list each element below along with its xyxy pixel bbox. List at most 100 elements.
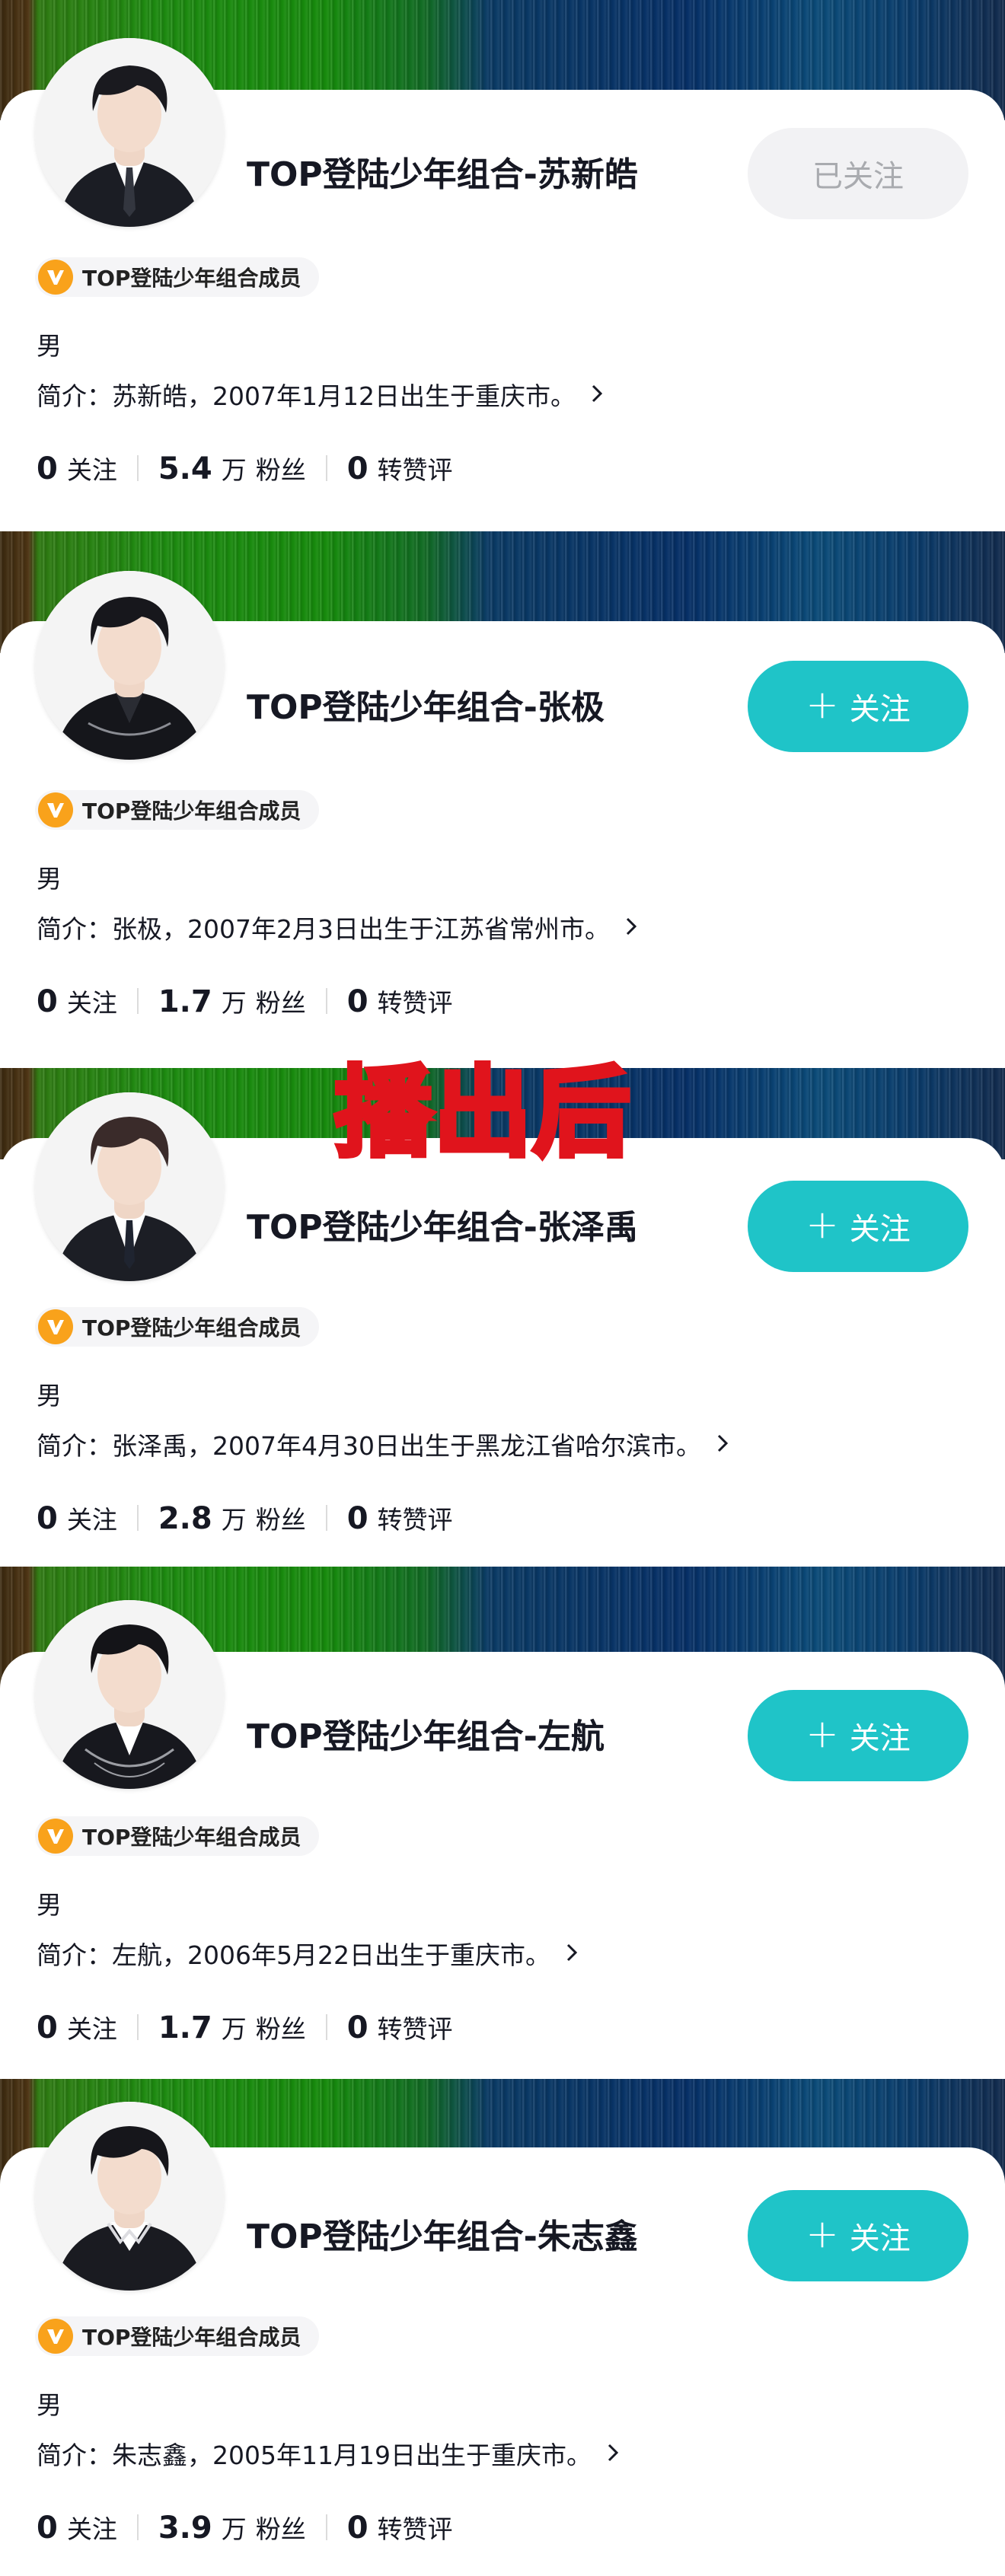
- bio[interactable]: 简介：苏新皓，2007年1月12日出生于重庆市。: [37, 376, 603, 413]
- following-button[interactable]: 已关注: [748, 128, 968, 219]
- bio[interactable]: 简介：张泽禹，2007年4月30日出生于黑龙江省哈尔滨市。: [37, 1426, 729, 1462]
- followers-count: 1.7: [158, 984, 212, 1019]
- v-verified-icon: [38, 2319, 73, 2354]
- v-verified-icon: [38, 792, 73, 827]
- plus-icon: +: [806, 682, 839, 728]
- profile-name: TOP登陆少年组合-张泽禹: [247, 1208, 638, 1247]
- gender: 男: [37, 1890, 62, 1920]
- avatar[interactable]: [35, 571, 224, 760]
- following-stat[interactable]: 0 关注: [37, 983, 117, 1019]
- following-count: 0: [37, 2511, 58, 2546]
- likes-count: 0: [346, 984, 368, 1019]
- following-stat[interactable]: 0 关注: [37, 450, 117, 486]
- followers-unit: 万: [221, 2014, 247, 2044]
- profile-name: TOP登陆少年组合-苏新皓: [247, 155, 638, 194]
- followers-count: 2.8: [158, 1501, 212, 1536]
- following-count: 0: [37, 2010, 58, 2045]
- followers-label: 粉丝: [255, 455, 306, 485]
- profile-card: TOP登陆少年组合-左航 + 关注 TOP登陆少年组合成员 男 简介：左航，20…: [0, 1567, 1005, 2079]
- profile-name: TOP登陆少年组合-张极: [247, 688, 605, 727]
- gender: 男: [37, 864, 62, 894]
- badge-label: TOP登陆少年组合成员: [82, 266, 302, 291]
- profile-name: TOP登陆少年组合-朱志鑫: [247, 2217, 638, 2256]
- divider: [325, 988, 327, 1014]
- likes-label: 转赞评: [377, 455, 453, 485]
- badge-label: TOP登陆少年组合成员: [82, 799, 302, 824]
- verified-badge[interactable]: TOP登陆少年组合成员: [35, 1816, 320, 1856]
- following-count: 0: [37, 984, 58, 1019]
- chevron-right-icon: [591, 380, 603, 410]
- button-label: 关注: [849, 692, 911, 727]
- divider: [325, 2014, 327, 2040]
- badge-label: TOP登陆少年组合成员: [82, 1315, 302, 1341]
- badge-label: TOP登陆少年组合成员: [82, 2325, 302, 2350]
- chevron-right-icon: [566, 1939, 578, 1969]
- followers-stat[interactable]: 1.7 万 粉丝: [158, 2009, 306, 2045]
- following-stat[interactable]: 0 关注: [37, 1500, 117, 1536]
- avatar[interactable]: [35, 2102, 224, 2291]
- stats-row: 0 关注 2.8 万 粉丝 0 转赞评: [37, 1497, 453, 1538]
- gender: 男: [37, 1381, 62, 1411]
- followers-label: 粉丝: [255, 2514, 306, 2544]
- follow-button[interactable]: + 关注: [748, 661, 968, 752]
- avatar[interactable]: [35, 1092, 224, 1281]
- bio[interactable]: 简介：左航，2006年5月22日出生于重庆市。: [37, 1935, 578, 1972]
- divider: [325, 2514, 327, 2540]
- likes-count: 0: [346, 2010, 368, 2045]
- followers-label: 粉丝: [255, 988, 306, 1018]
- likes-label: 转赞评: [377, 1505, 453, 1535]
- following-stat[interactable]: 0 关注: [37, 2509, 117, 2546]
- badge-label: TOP登陆少年组合成员: [82, 1825, 302, 1850]
- bio[interactable]: 简介：朱志鑫，2005年11月19日出生于重庆市。: [37, 2435, 619, 2472]
- likes-count: 0: [346, 451, 368, 486]
- followers-stat[interactable]: 3.9 万 粉丝: [158, 2509, 306, 2546]
- follow-button[interactable]: + 关注: [748, 1181, 968, 1272]
- following-stat[interactable]: 0 关注: [37, 2009, 117, 2045]
- profile-name: TOP登陆少年组合-左航: [247, 1717, 605, 1756]
- overlay-caption: 播出后: [332, 1054, 633, 1172]
- followers-stat[interactable]: 2.8 万 粉丝: [158, 1500, 306, 1536]
- verified-badge[interactable]: TOP登陆少年组合成员: [35, 257, 320, 297]
- likes-stat[interactable]: 0 转赞评: [347, 2509, 453, 2546]
- likes-count: 0: [346, 1501, 368, 1536]
- likes-stat[interactable]: 0 转赞评: [347, 1500, 453, 1536]
- likes-label: 转赞评: [377, 988, 453, 1018]
- bio-text: 简介：张极，2007年2月3日出生于江苏省常州市。: [37, 914, 610, 944]
- followers-unit: 万: [221, 988, 247, 1018]
- button-label: 关注: [849, 1721, 911, 1756]
- following-label: 关注: [66, 1505, 117, 1535]
- follow-button[interactable]: + 关注: [748, 2190, 968, 2281]
- followers-unit: 万: [221, 2514, 247, 2544]
- plus-icon: +: [806, 1711, 839, 1757]
- verified-badge[interactable]: TOP登陆少年组合成员: [35, 2316, 320, 2356]
- likes-label: 转赞评: [377, 2514, 453, 2544]
- following-count: 0: [37, 451, 58, 486]
- stats-row: 0 关注 5.4 万 粉丝 0 转赞评: [37, 448, 453, 489]
- divider: [136, 988, 139, 1014]
- following-label: 关注: [66, 988, 117, 1018]
- v-verified-icon: [38, 1819, 73, 1854]
- chevron-right-icon: [625, 913, 637, 942]
- bio-text: 简介：苏新皓，2007年1月12日出生于重庆市。: [37, 381, 576, 411]
- divider: [325, 1505, 327, 1531]
- bio[interactable]: 简介：张极，2007年2月3日出生于江苏省常州市。: [37, 909, 637, 945]
- likes-stat[interactable]: 0 转赞评: [347, 450, 453, 486]
- divider: [325, 455, 327, 481]
- follow-button[interactable]: + 关注: [748, 1690, 968, 1781]
- followers-stat[interactable]: 5.4 万 粉丝: [158, 450, 306, 486]
- following-count: 0: [37, 1501, 58, 1536]
- likes-stat[interactable]: 0 转赞评: [347, 983, 453, 1019]
- stats-row: 0 关注 1.7 万 粉丝 0 转赞评: [37, 2007, 453, 2048]
- plus-icon: +: [806, 2211, 839, 2257]
- followers-unit: 万: [221, 1505, 247, 1535]
- bio-text: 简介：朱志鑫，2005年11月19日出生于重庆市。: [37, 2441, 592, 2470]
- verified-badge[interactable]: TOP登陆少年组合成员: [35, 1307, 320, 1347]
- following-label: 关注: [66, 2514, 117, 2544]
- likes-stat[interactable]: 0 转赞评: [347, 2009, 453, 2045]
- profile-card: TOP登陆少年组合-张极 + 关注 TOP登陆少年组合成员 男 简介：张极，20…: [0, 531, 1005, 1068]
- avatar[interactable]: [35, 38, 224, 227]
- followers-label: 粉丝: [255, 1505, 306, 1535]
- avatar[interactable]: [35, 1600, 224, 1789]
- followers-stat[interactable]: 1.7 万 粉丝: [158, 983, 306, 1019]
- verified-badge[interactable]: TOP登陆少年组合成员: [35, 790, 320, 830]
